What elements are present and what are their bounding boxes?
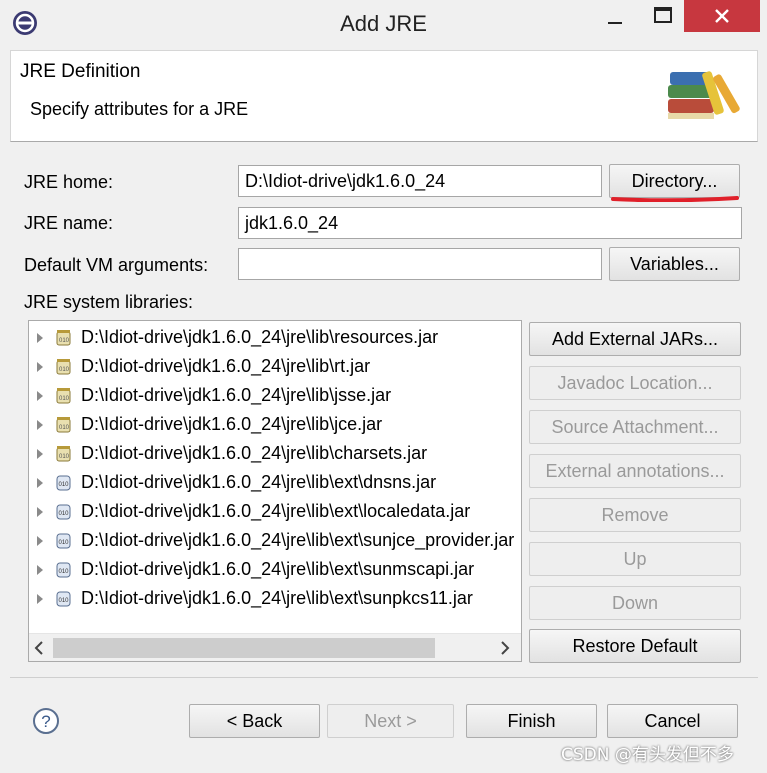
expand-arrow-icon[interactable] xyxy=(37,536,43,546)
library-item[interactable]: 010 D:\Idiot-drive\jdk1.6.0_24\jre\lib\r… xyxy=(29,323,521,352)
down-button[interactable]: Down xyxy=(529,586,741,620)
library-item[interactable]: 010 D:\Idiot-drive\jdk1.6.0_24\jre\lib\j… xyxy=(29,381,521,410)
close-icon xyxy=(715,9,729,23)
back-button[interactable]: < Back xyxy=(189,704,320,738)
close-button[interactable] xyxy=(684,0,760,32)
vm-args-label: Default VM arguments: xyxy=(24,255,209,275)
library-item[interactable]: 010 D:\Idiot-drive\jdk1.6.0_24\jre\lib\r… xyxy=(29,352,521,381)
jar-file-icon: 010 xyxy=(56,359,71,375)
library-path: D:\Idiot-drive\jdk1.6.0_24\jre\lib\jce.j… xyxy=(81,414,383,434)
library-path: D:\Idiot-drive\jdk1.6.0_24\jre\lib\jsse.… xyxy=(81,385,392,405)
svg-text:?: ? xyxy=(41,712,50,731)
library-path: D:\Idiot-drive\jdk1.6.0_24\jre\lib\ext\l… xyxy=(81,501,471,521)
jar-file-icon: 010 xyxy=(56,417,71,433)
library-item[interactable]: 010 D:\Idiot-drive\jdk1.6.0_24\jre\lib\c… xyxy=(29,439,521,468)
expand-arrow-icon[interactable] xyxy=(37,565,43,575)
library-books-icon xyxy=(668,71,740,119)
svg-text:010: 010 xyxy=(59,338,70,344)
scroll-right-icon[interactable] xyxy=(498,640,512,656)
svg-text:010: 010 xyxy=(59,511,70,517)
library-item[interactable]: 010 D:\Idiot-drive\jdk1.6.0_24\jre\lib\e… xyxy=(29,497,521,526)
library-item[interactable]: 010 D:\Idiot-drive\jdk1.6.0_24\jre\lib\e… xyxy=(29,468,521,497)
library-item[interactable]: 010 D:\Idiot-drive\jdk1.6.0_24\jre\lib\e… xyxy=(29,555,521,584)
library-item[interactable]: 010 D:\Idiot-drive\jdk1.6.0_24\jre\lib\e… xyxy=(29,526,521,555)
scroll-left-icon[interactable] xyxy=(32,640,46,656)
page-description: Specify attributes for a JRE xyxy=(30,99,249,119)
library-item[interactable]: 010 D:\Idiot-drive\jdk1.6.0_24\jre\lib\e… xyxy=(29,584,521,613)
expand-arrow-icon[interactable] xyxy=(37,333,43,343)
library-path: D:\Idiot-drive\jdk1.6.0_24\jre\lib\ext\s… xyxy=(81,588,473,608)
library-path: D:\Idiot-drive\jdk1.6.0_24\jre\lib\rt.ja… xyxy=(81,356,371,376)
jre-libraries-list[interactable]: 010 D:\Idiot-drive\jdk1.6.0_24\jre\lib\r… xyxy=(28,320,522,662)
jar-file-icon: 010 xyxy=(56,533,71,549)
svg-text:010: 010 xyxy=(59,482,70,488)
page-title: JRE Definition xyxy=(20,61,141,82)
jar-file-icon: 010 xyxy=(56,446,71,462)
directory-button[interactable]: Directory... xyxy=(609,164,740,198)
svg-text:010: 010 xyxy=(59,454,70,460)
jre-name-field[interactable]: jdk1.6.0_24 xyxy=(238,207,742,239)
javadoc-location-button[interactable]: Javadoc Location... xyxy=(529,366,741,400)
jre-home-label: JRE home: xyxy=(24,172,114,192)
variables-button[interactable]: Variables... xyxy=(609,247,740,281)
expand-arrow-icon[interactable] xyxy=(37,420,43,430)
annotation-underline xyxy=(611,196,739,202)
jre-name-label: JRE name: xyxy=(24,213,114,233)
watermark: CSDN @有头发但不多 xyxy=(561,745,734,765)
restore-default-button[interactable]: Restore Default xyxy=(529,629,741,663)
expand-arrow-icon[interactable] xyxy=(37,594,43,604)
vm-args-field[interactable] xyxy=(238,248,602,280)
jar-file-icon: 010 xyxy=(56,388,71,404)
svg-text:010: 010 xyxy=(59,396,70,402)
jar-file-icon: 010 xyxy=(56,504,71,520)
jar-file-icon: 010 xyxy=(56,591,71,607)
svg-text:010: 010 xyxy=(59,569,70,575)
up-button[interactable]: Up xyxy=(529,542,741,576)
svg-text:010: 010 xyxy=(59,367,70,373)
minimize-icon[interactable] xyxy=(600,8,630,28)
svg-text:010: 010 xyxy=(59,540,70,546)
expand-arrow-icon[interactable] xyxy=(37,449,43,459)
finish-button[interactable]: Finish xyxy=(466,704,597,738)
library-path: D:\Idiot-drive\jdk1.6.0_24\jre\lib\ext\s… xyxy=(81,530,515,550)
next-button[interactable]: Next > xyxy=(327,704,454,738)
library-path: D:\Idiot-drive\jdk1.6.0_24\jre\lib\chars… xyxy=(81,443,428,463)
expand-arrow-icon[interactable] xyxy=(37,507,43,517)
scrollbar-thumb[interactable] xyxy=(53,638,435,658)
jar-file-icon: 010 xyxy=(56,562,71,578)
jre-libraries-label: JRE system libraries: xyxy=(24,292,194,312)
remove-button[interactable]: Remove xyxy=(529,498,741,532)
jre-home-field[interactable]: D:\Idiot-drive\jdk1.6.0_24 xyxy=(238,165,602,197)
maximize-icon[interactable] xyxy=(646,0,680,32)
jar-file-icon: 010 xyxy=(56,475,71,491)
expand-arrow-icon[interactable] xyxy=(37,391,43,401)
library-path: D:\Idiot-drive\jdk1.6.0_24\jre\lib\resou… xyxy=(81,327,439,347)
jar-file-icon: 010 xyxy=(56,330,71,346)
expand-arrow-icon[interactable] xyxy=(37,362,43,372)
cancel-button[interactable]: Cancel xyxy=(607,704,738,738)
library-path: D:\Idiot-drive\jdk1.6.0_24\jre\lib\ext\s… xyxy=(81,559,475,579)
library-item[interactable]: 010 D:\Idiot-drive\jdk1.6.0_24\jre\lib\j… xyxy=(29,410,521,439)
external-annotations-button[interactable]: External annotations... xyxy=(529,454,741,488)
svg-text:010: 010 xyxy=(59,598,70,604)
library-path: D:\Idiot-drive\jdk1.6.0_24\jre\lib\ext\d… xyxy=(81,472,437,492)
source-attachment-button[interactable]: Source Attachment... xyxy=(529,410,741,444)
expand-arrow-icon[interactable] xyxy=(37,478,43,488)
add-external-jars-button[interactable]: Add External JARs... xyxy=(529,322,741,356)
help-icon[interactable]: ? xyxy=(32,707,60,735)
svg-text:010: 010 xyxy=(59,425,70,431)
